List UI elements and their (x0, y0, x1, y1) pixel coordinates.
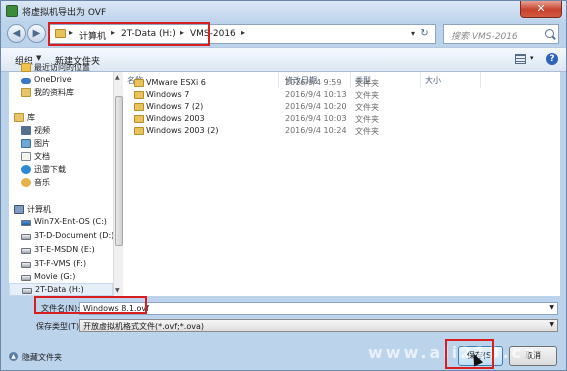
filename-field[interactable]: ▼ (79, 302, 558, 315)
filetype-select[interactable]: 开放虚拟机格式文件(*.ovf;*.ova) ▼ (79, 319, 558, 332)
library-icon (21, 88, 31, 97)
scroll-thumb[interactable] (115, 96, 123, 246)
filetype-label: 保存类型(T): (36, 322, 82, 331)
app-icon (6, 5, 18, 17)
download-icon (21, 165, 31, 174)
computer-icon (14, 205, 24, 214)
folder-icon (134, 103, 144, 111)
scroll-down-icon[interactable]: ▼ (115, 287, 120, 294)
filetype-value: 开放虚拟机格式文件(*.ovf;*.ova) (83, 322, 204, 331)
highlight-box (48, 22, 210, 46)
highlight-box (34, 296, 147, 314)
drive-icon (21, 248, 31, 254)
nav-item-documents[interactable]: 文档 (9, 150, 113, 163)
drive-icon (21, 234, 31, 240)
view-caret-icon[interactable]: ▾ (530, 54, 534, 62)
address-dropdown-icon[interactable]: ▾ (411, 29, 415, 38)
cloud-icon (21, 78, 31, 84)
star-icon (21, 63, 31, 72)
search-box[interactable]: 搜索 VMS-2016 (443, 24, 559, 44)
nav-item-libraries[interactable]: 库 (9, 111, 113, 124)
nav-item-drive-h[interactable]: 2T-Data (H:) (9, 283, 113, 296)
save-dialog: 将虚拟机导出为 OVF ✕ ◀ ▶ ▸ 计算机 ▸ 2T-Data (H:) ▸… (0, 0, 567, 371)
nav-item-drive-e[interactable]: 3T-E-MSDN (E:) (9, 244, 113, 257)
chevron-down-icon[interactable]: ▼ (549, 304, 554, 311)
nav-item-drive-c[interactable]: Win7X-Ent-OS (C:) (9, 216, 113, 229)
close-button[interactable]: ✕ (520, 1, 562, 18)
window-title: 将虚拟机导出为 OVF (22, 8, 107, 18)
drive-icon (21, 262, 31, 268)
address-row: ◀ ▶ ▸ 计算机 ▸ 2T-Data (H:) ▸ VMS-2016 ▸ ▾ … (1, 21, 566, 47)
chevron-down-icon[interactable]: ▼ (549, 321, 554, 328)
folder-icon (134, 79, 144, 87)
navigation-pane: 最近访问的位置 OneDrive 我的资料库 库 视频 图片 文档 迅雷下载 音… (9, 63, 123, 296)
list-item[interactable]: Windows 2003 (2) 2016/9/4 10:24 文件夹 (131, 126, 431, 137)
nav-item-drive-d[interactable]: 3T-D-Document (D:) (9, 230, 114, 243)
collapse-icon[interactable]: ▲ (9, 352, 18, 361)
drive-icon (21, 275, 31, 281)
nav-item-computer[interactable]: 计算机 (9, 203, 113, 216)
nav-item-recent[interactable]: 最近访问的位置 (9, 61, 113, 74)
nav-item-drive-f[interactable]: 3T-F-VMS (F:) (9, 258, 113, 271)
drive-icon (21, 220, 31, 226)
list-item[interactable]: Windows 2003 2016/9/4 10:03 文件夹 (131, 114, 431, 125)
scroll-up-icon[interactable]: ▲ (115, 74, 120, 81)
music-icon (21, 178, 31, 187)
help-icon[interactable]: ? (546, 53, 558, 65)
back-button[interactable]: ◀ (7, 24, 26, 43)
search-placeholder: 搜索 VMS-2016 (451, 32, 518, 42)
nav-scrollbar[interactable]: ▲ ▼ (113, 72, 123, 296)
forward-button[interactable]: ▶ (27, 24, 46, 43)
folder-icon (134, 91, 144, 99)
list-item[interactable]: VMware ESXi 6 2016/9/4 9:59 文件夹 (131, 78, 431, 89)
title-bar: 将虚拟机导出为 OVF ✕ (1, 1, 566, 21)
nav-item-thunder-downloads[interactable]: 迅雷下载 (9, 163, 113, 176)
drive-icon (22, 288, 32, 294)
refresh-icon[interactable]: ↻ (417, 27, 432, 41)
nav-item-pictures[interactable]: 图片 (9, 137, 113, 150)
folder-icon (134, 127, 144, 135)
folder-icon (134, 115, 144, 123)
document-icon (21, 152, 31, 161)
library-icon (14, 113, 24, 122)
view-mode-icon[interactable] (515, 54, 526, 64)
picture-icon (21, 139, 31, 148)
video-icon (21, 126, 31, 135)
nav-item-music[interactable]: 音乐 (9, 176, 113, 189)
file-list: 名称 修改日期 类型 大小 VMware ESXi 6 2016/9/4 9:5… (123, 72, 560, 296)
list-item[interactable]: Windows 7 2016/9/4 10:13 文件夹 (131, 90, 431, 101)
search-icon[interactable] (545, 29, 554, 38)
breadcrumb-separator-icon[interactable]: ▸ (241, 28, 245, 37)
list-item[interactable]: Windows 7 (2) 2016/9/4 10:20 文件夹 (131, 102, 431, 113)
nav-item-videos[interactable]: 视频 (9, 124, 113, 137)
filename-input[interactable] (80, 303, 557, 314)
nav-item-my-library[interactable]: 我的资料库 (9, 86, 113, 99)
hide-folders-toggle[interactable]: 隐藏文件夹 (22, 352, 62, 363)
